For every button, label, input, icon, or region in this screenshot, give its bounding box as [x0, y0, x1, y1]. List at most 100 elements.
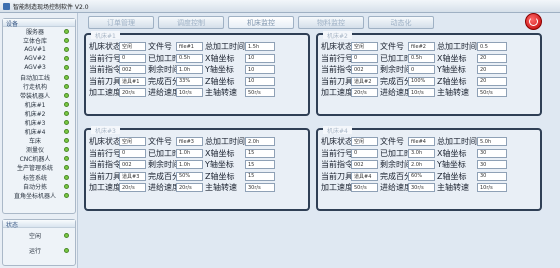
field-value-x-coord: 15	[245, 148, 275, 158]
sidebar-device-item[interactable]: 行走机构	[3, 82, 75, 91]
field-value-processed-time: 0.5h	[176, 53, 203, 63]
sidebar-device-item[interactable]: 标签系统	[3, 173, 75, 182]
field-label-process-time: 总加工时间	[205, 42, 245, 52]
sidebar-device-item[interactable]: 生产管理系统	[3, 163, 75, 172]
device-group-header: 设备	[3, 19, 75, 28]
field-label-feed-speed: 进给速度	[380, 183, 412, 193]
status-running: 运行	[3, 243, 75, 258]
field-label-status: 机床状态	[89, 137, 121, 147]
device-status-indicator	[64, 83, 69, 89]
tab-scheduling-control[interactable]: 调度控制	[158, 16, 224, 29]
sidebar-device-item[interactable]: 机床#1	[3, 100, 75, 109]
sidebar-device-item[interactable]: 测量仪	[3, 145, 75, 154]
field-value-feed-speed: 20r/s	[176, 183, 203, 193]
panel-row: 当前刀具 道具#1 完成百分比 33% Z轴坐标 10	[89, 76, 307, 88]
window-title: 智能制造现场控制软件 V2.0	[13, 3, 89, 11]
machine-panel: 机床#3 机床状态 空闲 文件号 file#3 总加工时间 2.0h 当前行号 0 已加工时间 1.…	[84, 126, 310, 211]
field-label-file: 文件号	[380, 42, 404, 52]
tab-machine-monitoring[interactable]: 机床监控	[228, 16, 294, 29]
field-value-processed-time: 1.0h	[176, 148, 203, 158]
field-label-tool: 当前刀具	[89, 171, 121, 181]
sidebar-device-item[interactable]: 直角坐标机器人	[3, 191, 75, 200]
machine-panel-title: 机床#1	[91, 31, 120, 40]
sidebar-device-item[interactable]: 自动加工线	[3, 72, 75, 82]
field-value-spindle-speed: 30r/s	[245, 183, 275, 193]
field-value-segment: 002	[119, 160, 146, 170]
field-label-segment: 当前指令	[321, 65, 353, 75]
field-value-remaining-time: 1.0h	[176, 160, 203, 170]
sidebar: 设备 服务器 立体仓库 AGV#1 AGV#2 AGV#3 自动加工线 行走机构 带装机器人机…	[0, 13, 78, 268]
sidebar-device-item[interactable]: 机床#4	[3, 127, 75, 136]
panel-row: 当前刀具 道具#2 完成百分比 100% Z轴坐标 20	[321, 76, 539, 88]
field-value-file: file#3	[176, 137, 203, 147]
panel-row: 当前行号 0 已加工时间 0.5h X轴坐标 20	[321, 53, 539, 65]
panel-row: 当前指令 002 剩余时间 1.0h Y轴坐标 10	[89, 64, 307, 76]
field-value-spindle-speed: 50r/s	[245, 88, 275, 98]
field-value-current-line: 0	[119, 148, 146, 158]
field-value-percent: 100%	[408, 76, 435, 86]
device-status-indicator	[64, 92, 69, 98]
sidebar-device-item[interactable]: 机床#2	[3, 109, 75, 118]
device-status-indicator	[64, 183, 69, 189]
sidebar-device-item[interactable]: 机床#3	[3, 118, 75, 127]
field-label-remaining-time: 剩余时间	[148, 65, 180, 75]
field-value-status: 空闲	[351, 42, 378, 52]
field-label-spindle-speed: 主轴转速	[205, 183, 237, 193]
field-value-x-coord: 10	[245, 53, 275, 63]
device-status-indicator	[64, 101, 69, 107]
field-label-tool: 当前刀具	[89, 76, 121, 86]
field-label-spindle-speed: 主轴转速	[205, 88, 237, 98]
field-label-spindle-speed: 主轴转速	[437, 88, 469, 98]
field-label-current-line: 当前行号	[89, 148, 121, 158]
machine-panel-title: 机床#3	[91, 126, 120, 135]
tab-material-monitoring[interactable]: 物料监控	[298, 16, 364, 29]
panel-row: 加工速度 50r/s 进给速度 30r/s 主轴转速 10r/s	[321, 182, 539, 194]
field-label-x-coord: X轴坐标	[437, 53, 467, 63]
field-label-current-line: 当前行号	[321, 53, 353, 63]
field-label-process-time: 总加工时间	[205, 137, 245, 147]
title-bar: 智能制造现场控制软件 V2.0	[0, 0, 560, 13]
field-value-remaining-time: 0	[408, 65, 435, 75]
field-label-process-time: 总加工时间	[437, 137, 477, 147]
panel-row: 当前行号 0 已加工时间 1.0h X轴坐标 15	[89, 148, 307, 160]
sidebar-device-item[interactable]: 带装机器人	[3, 91, 75, 100]
device-status-indicator	[64, 74, 69, 80]
sidebar-device-item[interactable]: AGV#1	[3, 45, 75, 54]
field-label-tool: 当前刀具	[321, 76, 353, 86]
tab-dynamic[interactable]: 动态化	[368, 16, 434, 29]
sidebar-device-item[interactable]: 服务器	[3, 27, 75, 36]
field-label-percent: 完成百分比	[380, 171, 420, 181]
app-icon	[3, 2, 10, 10]
power-close-icon[interactable]	[525, 13, 542, 30]
field-label-percent: 完成百分比	[148, 76, 188, 86]
field-label-remaining-time: 剩余时间	[380, 160, 412, 170]
field-value-speed: 20r/s	[119, 88, 146, 98]
panel-row: 当前指令 002 剩余时间 2.0h Y轴坐标 30	[321, 159, 539, 171]
sidebar-device-item[interactable]: AGV#2	[3, 54, 75, 63]
field-label-segment: 当前指令	[89, 160, 121, 170]
machine-panel: 机床#1 机床状态 空闲 文件号 file#1 总加工时间 1.5h 当前行号 0 已加工时间 0.…	[84, 31, 310, 116]
panel-row: 当前行号 0 已加工时间 0.5h X轴坐标 10	[89, 53, 307, 65]
field-value-percent: 60%	[408, 171, 435, 181]
sidebar-device-item[interactable]: 自动分拣	[3, 182, 75, 191]
machine-panel: 机床#4 机床状态 空闲 文件号 file#4 总加工时间 5.0h 当前行号 0 已加工时间 3.…	[316, 126, 542, 211]
sidebar-device-item[interactable]: 车床	[3, 136, 75, 145]
field-label-x-coord: X轴坐标	[205, 148, 235, 158]
panel-row: 当前指令 002 剩余时间 1.0h Y轴坐标 15	[89, 159, 307, 171]
field-label-z-coord: Z轴坐标	[437, 171, 467, 181]
sidebar-device-item[interactable]: CNC机器人	[3, 154, 75, 163]
machine-panel-grid: 机床状态 空闲 文件号 file#4 总加工时间 5.0h 当前行号 0 已加工时间 3.0h X轴…	[321, 136, 539, 194]
field-value-x-coord: 30	[477, 148, 507, 158]
field-value-tool: 道具#2	[351, 76, 378, 86]
panel-row: 当前行号 0 已加工时间 3.0h X轴坐标 30	[321, 148, 539, 160]
field-label-y-coord: Y轴坐标	[437, 160, 466, 170]
field-value-y-coord: 30	[477, 160, 507, 170]
field-label-segment: 当前指令	[321, 160, 353, 170]
sidebar-device-item[interactable]: AGV#3	[3, 63, 75, 72]
machine-panel-grid: 机床状态 空闲 文件号 file#3 总加工时间 2.0h 当前行号 0 已加工时间 1.0h X轴…	[89, 136, 307, 194]
panel-row: 机床状态 空闲 文件号 file#3 总加工时间 2.0h	[89, 136, 307, 148]
field-value-current-line: 0	[351, 53, 378, 63]
sidebar-device-item[interactable]: 立体仓库	[3, 36, 75, 45]
field-value-processed-time: 0.5h	[408, 53, 435, 63]
tab-order-management[interactable]: 订单管理	[88, 16, 154, 29]
